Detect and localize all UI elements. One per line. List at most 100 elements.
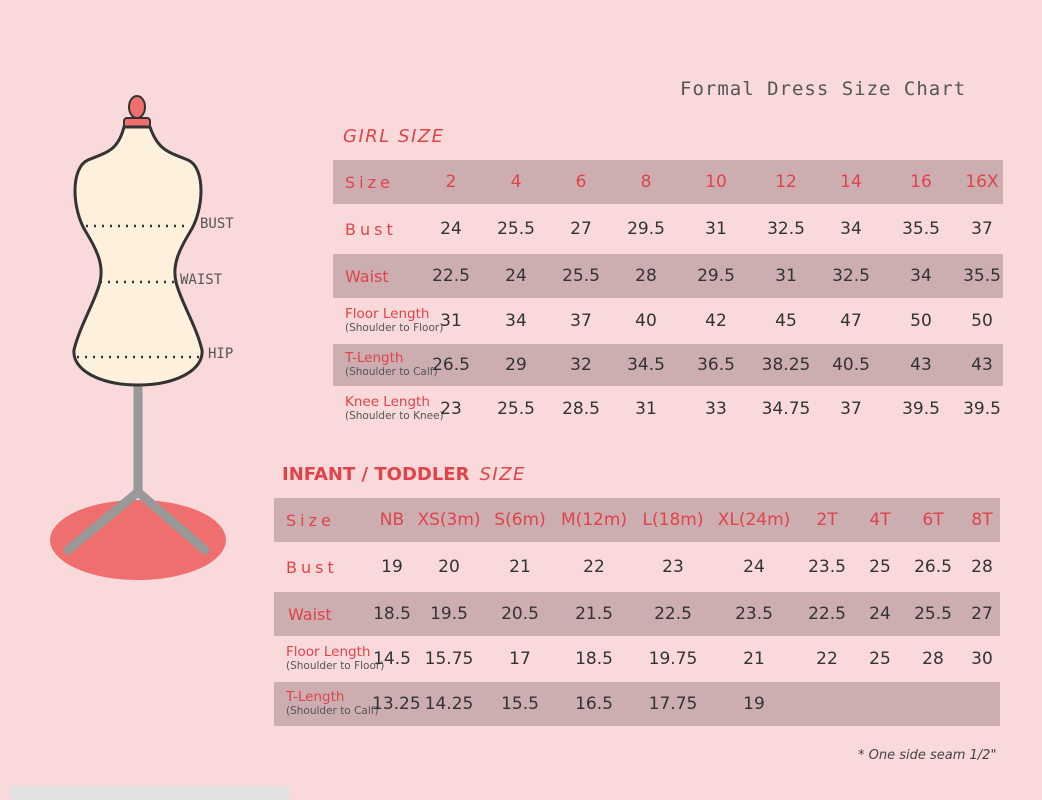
table-cell: 23 — [440, 399, 462, 419]
table-cell: 34.5 — [611, 344, 681, 386]
girl-section-title: GIRL SIZE — [343, 126, 445, 147]
girl-size-cell: 4 — [481, 160, 551, 204]
table-cell: 35.5 — [902, 219, 940, 239]
table-cell: 23.5 — [808, 557, 846, 577]
row-label-sub: (Shoulder to Calf) — [345, 366, 438, 378]
table-cell: 31 — [635, 399, 657, 419]
row-label: T-Length (Shoulder to Calf) — [274, 682, 379, 726]
infant-size-cell: NB — [372, 498, 412, 542]
table-cell: 35.5 — [961, 254, 1003, 298]
table-cell: 50 — [910, 311, 932, 331]
table-cell: 47 — [840, 311, 862, 331]
girl-header-label: Size — [333, 160, 421, 204]
table-cell: 36.5 — [681, 344, 751, 386]
table-cell: 22 — [816, 649, 838, 669]
girl-size-cell: 10 — [681, 160, 751, 204]
table-cell: 25.5 — [497, 219, 535, 239]
table-cell: 17 — [509, 649, 531, 669]
table-cell: 24 — [440, 219, 462, 239]
row-label-main: T-Length — [286, 689, 345, 705]
table-cell: 28 — [922, 649, 944, 669]
girl-size-cell: 16 — [881, 160, 961, 204]
row-label: Waist — [333, 254, 421, 298]
infant-header-row: Size NB XS(3m) S(6m) M(12m) L(18m) XL(24… — [274, 498, 1000, 542]
table-cell: 39.5 — [963, 399, 1001, 419]
girl-size-table: Size 2 4 6 8 10 12 14 16 16X Bust 24 25.… — [333, 160, 1003, 432]
row-label: Waist — [274, 592, 372, 636]
table-cell: 30 — [971, 649, 993, 669]
infant-size-cell: S(6m) — [486, 498, 554, 542]
table-cell: 17.75 — [634, 682, 712, 726]
row-label: Bust — [345, 219, 397, 239]
table-cell: 24 — [481, 254, 551, 298]
girl-size-cell: 8 — [611, 160, 681, 204]
infant-size-cell: XS(3m) — [412, 498, 486, 542]
table-cell: 43 — [961, 344, 1003, 386]
table-cell: 34 — [840, 219, 862, 239]
girl-row-bust: Bust 24 25.5 27 29.5 31 32.5 34 35.5 37 — [333, 204, 1003, 254]
table-cell: 37 — [840, 399, 862, 419]
table-cell: 18.5 — [575, 649, 613, 669]
infant-section-title-main: INFANT / TODDLER — [282, 464, 470, 485]
table-cell — [902, 682, 964, 726]
bottom-scrollbar[interactable] — [10, 786, 290, 800]
table-cell: 25 — [869, 649, 891, 669]
table-cell: 22.5 — [796, 592, 858, 636]
table-cell: 23 — [662, 557, 684, 577]
girl-size-cell: 6 — [551, 160, 611, 204]
table-cell: 24 — [743, 557, 765, 577]
table-cell: 16.5 — [554, 682, 634, 726]
infant-size-cell: 8T — [964, 498, 1000, 542]
row-label-sub: (Shoulder to Floor) — [286, 660, 385, 672]
table-cell: 39.5 — [902, 399, 940, 419]
table-cell: 27 — [570, 219, 592, 239]
table-cell: 32.5 — [767, 219, 805, 239]
seam-note: * One side seam 1/2" — [858, 748, 997, 763]
girl-size-cell: 16X — [961, 160, 1003, 204]
girl-row-knee-length: Knee Length (Shoulder to Knee) 23 25.5 28… — [333, 386, 1003, 432]
row-label: Floor Length (Shoulder to Floor) — [274, 636, 385, 682]
table-cell: 32 — [551, 344, 611, 386]
table-cell: 24 — [858, 592, 902, 636]
table-cell: 22.5 — [421, 254, 481, 298]
table-cell: 27 — [964, 592, 1000, 636]
table-cell: 25.5 — [902, 592, 964, 636]
table-cell: 37 — [971, 219, 993, 239]
infant-section-title-size: SIZE — [479, 464, 526, 485]
infant-section-title: INFANT / TODDLER SIZE — [282, 464, 526, 485]
table-cell: 22.5 — [634, 592, 712, 636]
infant-header-label: Size — [274, 498, 372, 542]
table-cell: 31 — [705, 219, 727, 239]
infant-row-floor-length: Floor Length (Shoulder to Floor) 14.5 15.… — [274, 636, 1000, 682]
table-cell: 31 — [440, 311, 462, 331]
table-cell: 50 — [971, 311, 993, 331]
table-cell: 25 — [869, 557, 891, 577]
bust-label: BUST — [200, 216, 234, 232]
table-cell: 14.5 — [373, 649, 411, 669]
row-label-main: Knee Length — [345, 394, 430, 410]
table-cell: 34.75 — [761, 399, 811, 419]
table-cell: 29.5 — [681, 254, 751, 298]
row-label: Bust — [286, 557, 338, 577]
table-cell: 28.5 — [562, 399, 600, 419]
table-cell — [964, 682, 1000, 726]
table-cell: 26.5 — [914, 557, 952, 577]
infant-size-cell: L(18m) — [634, 498, 712, 542]
table-cell: 14.25 — [412, 682, 486, 726]
infant-size-table: Size NB XS(3m) S(6m) M(12m) L(18m) XL(24… — [274, 498, 1000, 726]
table-cell: 28 — [971, 557, 993, 577]
table-cell: 21.5 — [554, 592, 634, 636]
infant-row-waist: Waist 18.5 19.5 20.5 21.5 22.5 23.5 22.5… — [274, 592, 1000, 636]
table-cell: 25.5 — [551, 254, 611, 298]
table-cell: 28 — [611, 254, 681, 298]
table-cell: 33 — [705, 399, 727, 419]
infant-size-cell: M(12m) — [554, 498, 634, 542]
row-label: Knee Length (Shoulder to Knee) — [333, 386, 444, 432]
table-cell: 29.5 — [627, 219, 665, 239]
row-label-main: Floor Length — [286, 644, 371, 660]
table-cell: 13.25 — [372, 682, 421, 726]
table-cell — [796, 682, 858, 726]
hip-label: HIP — [208, 346, 234, 362]
table-cell: 31 — [751, 254, 821, 298]
mannequin-knob — [128, 95, 146, 119]
